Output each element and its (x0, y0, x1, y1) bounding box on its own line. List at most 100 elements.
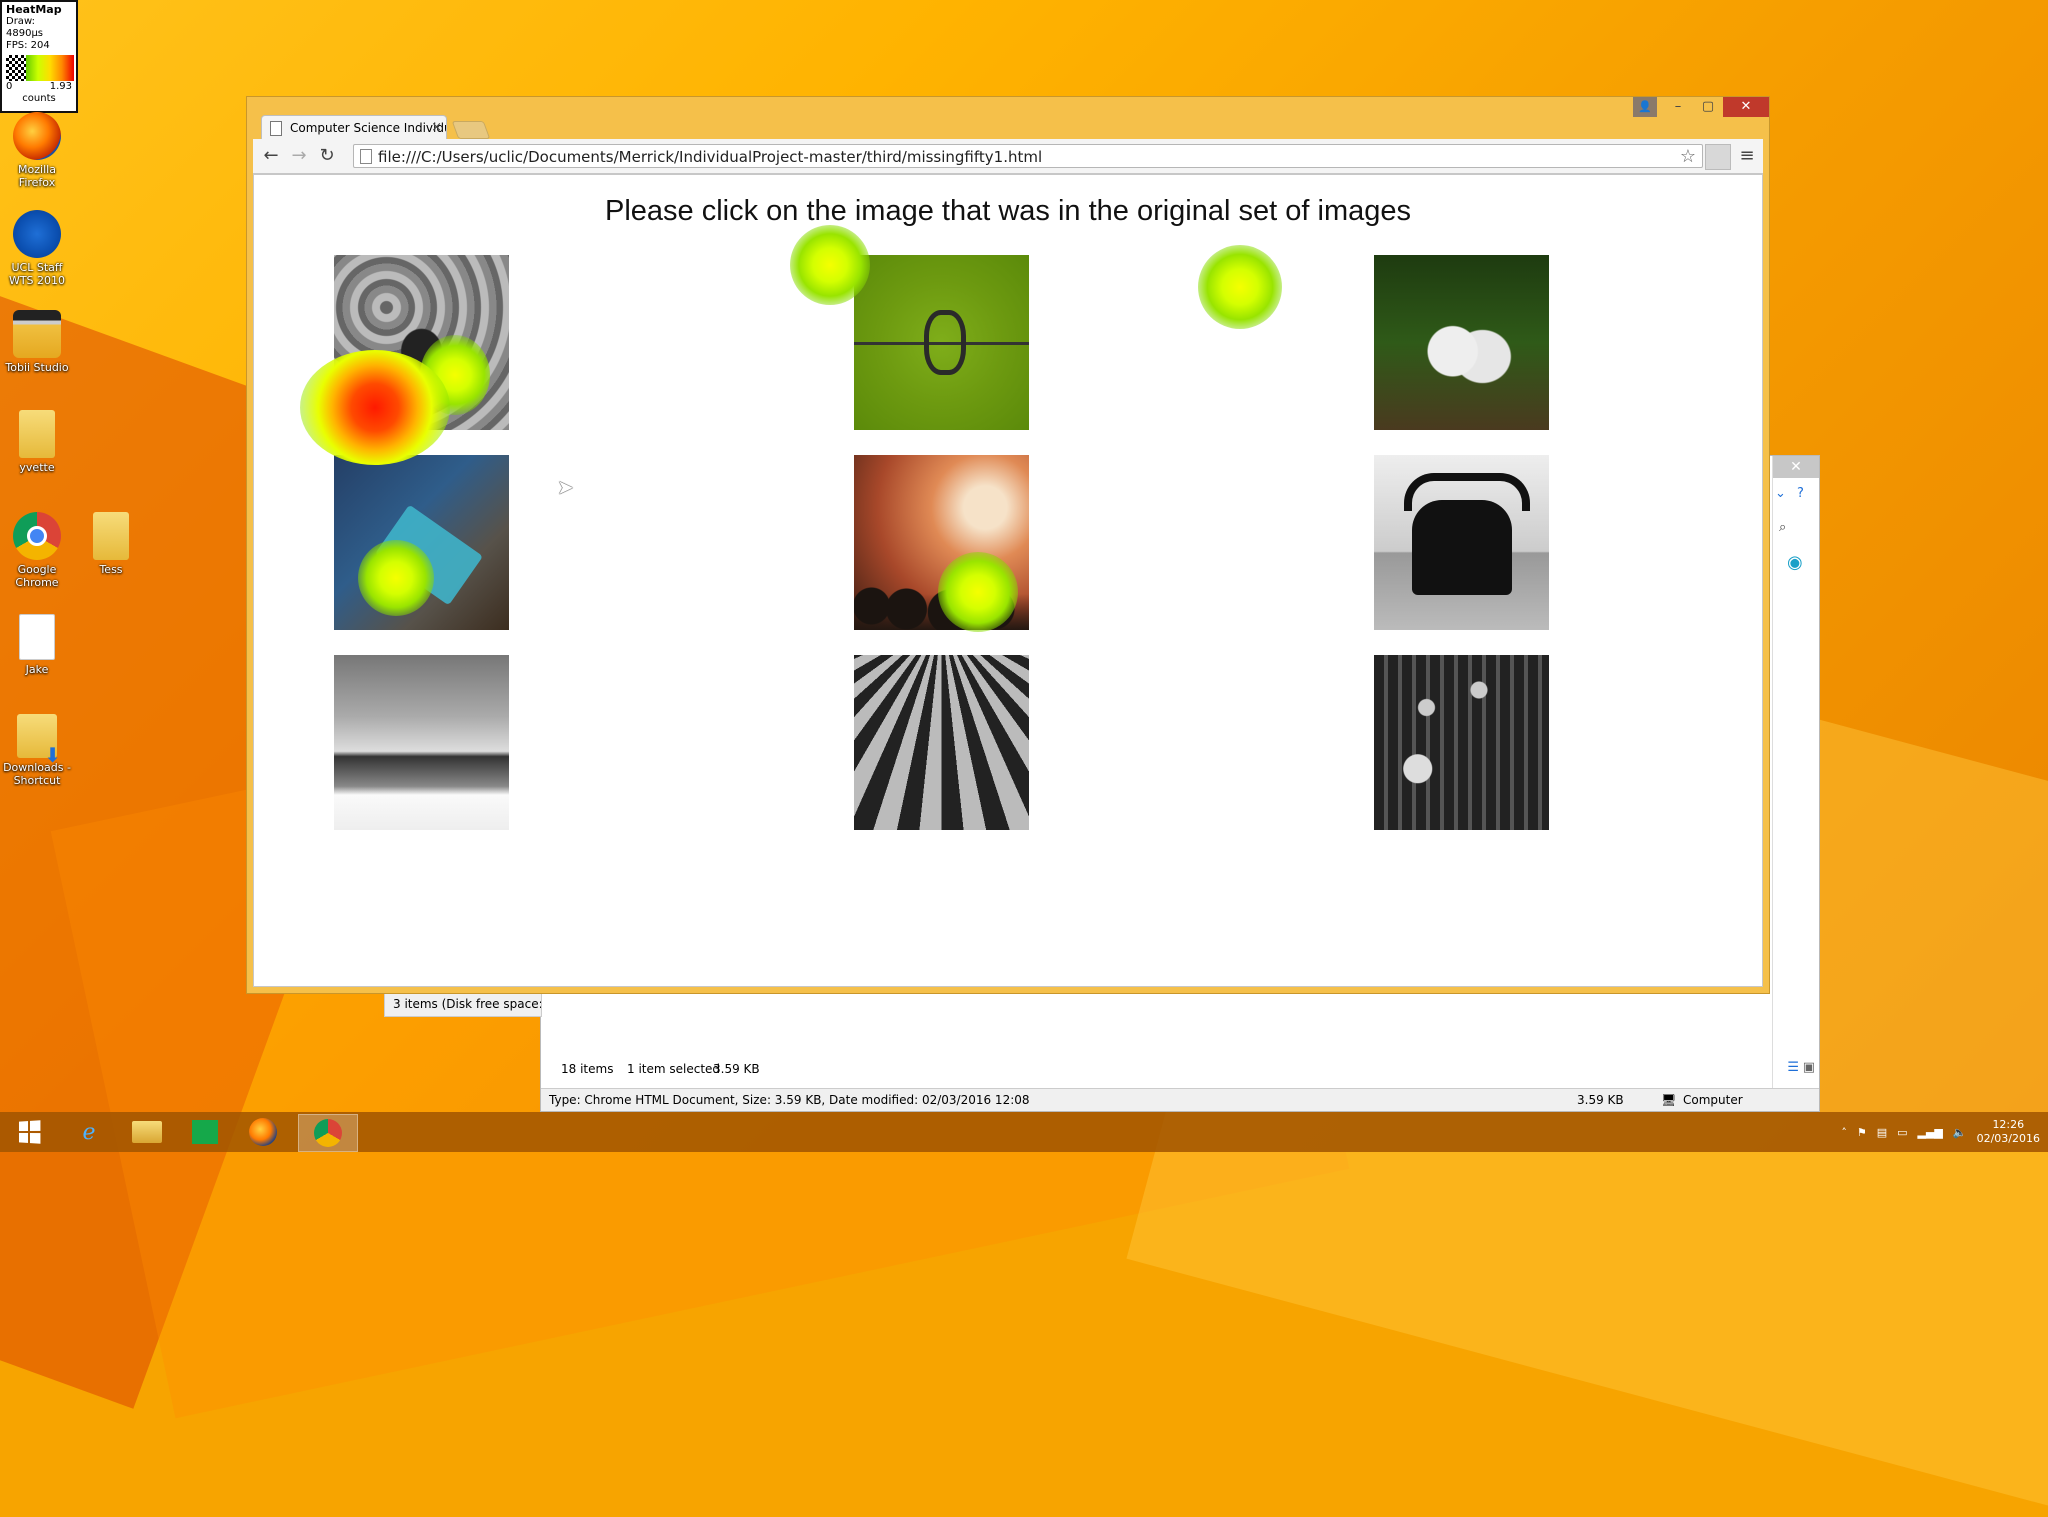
status-size: 3.59 KB (1577, 1093, 1624, 1107)
new-tab-button[interactable] (451, 121, 491, 139)
gaze-heat-hotspot (300, 350, 450, 465)
tobii-studio-icon (13, 310, 61, 358)
page-heading: Please click on the image that was in th… (605, 195, 1411, 227)
gaze-heat-spot (358, 540, 434, 616)
heatmap-scale-ticks: 0 1.93 (6, 81, 72, 93)
status-type: Type: Chrome HTML Document, Size: 3.59 K… (549, 1093, 1030, 1107)
page-icon (270, 121, 282, 136)
file-explorer-icon (132, 1121, 162, 1143)
explorer-side-panel: ✕ ⌄ ? ⌕ ◉ (1772, 456, 1819, 1111)
windows-logo-icon (18, 1120, 41, 1144)
mouse-cursor-icon: ➤ (557, 475, 574, 499)
help-icon[interactable]: ? (1797, 486, 1804, 501)
battery-icon[interactable]: ▭ (1897, 1126, 1907, 1139)
desktop-icon-label: Tess (99, 563, 123, 576)
maximize-button[interactable]: ▢ (1693, 97, 1723, 117)
desktop-icon-yvette[interactable]: yvette (0, 410, 74, 474)
desktop-icon-tobii-studio[interactable]: Tobii Studio (0, 310, 74, 374)
chrome-window[interactable]: 👤 – ▢ ✕ Computer Science Individu × ← → … (246, 96, 1770, 994)
url-text: file:///C:/Users/uclic/Documents/Merrick… (378, 148, 1043, 166)
internet-explorer-icon: ℯ (82, 1119, 96, 1145)
tab-title: Computer Science Individu (290, 121, 447, 135)
heatmap-title: HeatMap (6, 3, 62, 16)
heatmap-scale-min: 0 (6, 81, 13, 92)
desktop-icon-label: yvette (19, 461, 55, 474)
address-bar[interactable]: file:///C:/Users/uclic/Documents/Merrick… (353, 144, 1703, 168)
desktop-icon-label: Mozilla Firefox (18, 163, 56, 189)
back-button[interactable]: ← (259, 144, 283, 168)
forward-button[interactable]: → (287, 144, 311, 168)
globe-icon[interactable]: ◉ (1787, 552, 1803, 573)
taskbar-firefox[interactable] (234, 1114, 292, 1150)
heatmap-gradient (26, 55, 74, 81)
chevron-down-icon[interactable]: ⌄ (1775, 486, 1786, 501)
start-button[interactable] (0, 1114, 58, 1150)
tab-close-icon[interactable]: × (431, 116, 442, 139)
network-device-icon[interactable]: ▤ (1877, 1126, 1887, 1139)
desktop-icon-chrome[interactable]: Google Chrome (0, 512, 74, 589)
search-icon[interactable]: ⌕ (1779, 520, 1786, 535)
gaze-heat-spot (790, 225, 870, 305)
browser-tab[interactable]: Computer Science Individu × (261, 115, 447, 139)
chrome-icon (13, 512, 61, 560)
image-option-8[interactable] (854, 655, 1029, 830)
desktop-icon-ucl-staff[interactable]: UCL Staff WTS 2010 (0, 210, 74, 287)
downloads-shortcut-icon (17, 714, 61, 762)
explorer-close-button[interactable]: ✕ (1773, 456, 1819, 478)
heatmap-legend: HeatMap Draw: 4890µs FPS: 204 0 1.93 cou… (0, 0, 78, 113)
image-option-2[interactable] (854, 255, 1029, 430)
desktop-icon-firefox[interactable]: Mozilla Firefox (0, 112, 74, 189)
folder-icon (93, 512, 129, 560)
desktop-icon-label: Jake (25, 663, 49, 676)
minimize-button[interactable]: – (1663, 97, 1693, 117)
desktop-icon-label: UCL Staff WTS 2010 (8, 261, 66, 287)
user-profile-icon[interactable]: 👤 (1633, 97, 1657, 117)
extension-icon[interactable] (1705, 144, 1731, 170)
heatmap-fps: FPS: 204 (6, 40, 50, 51)
image-option-6[interactable] (1374, 455, 1549, 630)
chrome-menu-icon[interactable]: ≡ (1735, 144, 1759, 168)
taskbar: ℯ ˄ ⚑ ▤ ▭ ▂▄▆ 🔈 12:26 02/03/2016 (0, 1112, 2048, 1152)
system-tray: ˄ ⚑ ▤ ▭ ▂▄▆ 🔈 12:26 02/03/2016 (1841, 1112, 2040, 1152)
store-icon (192, 1120, 218, 1144)
remote-desktop-icon (13, 210, 61, 258)
image-option-3[interactable] (1374, 255, 1549, 430)
reload-button[interactable]: ↻ (315, 144, 339, 168)
image-option-7[interactable] (334, 655, 509, 830)
desktop-icon-jake[interactable]: Jake (0, 614, 74, 676)
flag-icon[interactable]: ⚑ (1857, 1126, 1867, 1139)
taskbar-file-explorer[interactable] (118, 1114, 176, 1150)
firefox-icon (249, 1118, 277, 1146)
desktop-icon-tess[interactable]: Tess (74, 512, 148, 576)
selection-info: 1 item selected (627, 1062, 721, 1076)
gaze-heat-spot (1198, 245, 1282, 329)
taskbar-store[interactable] (176, 1114, 234, 1150)
window-controls: 👤 – ▢ ✕ (1633, 97, 1769, 117)
signal-icon[interactable]: ▂▄▆ (1918, 1126, 1943, 1139)
chrome-icon (314, 1119, 342, 1147)
large-icons-view-icon[interactable]: ▣ (1803, 1060, 1815, 1075)
tray-expand-icon[interactable]: ˄ (1841, 1126, 1847, 1139)
desktop-icon-label: Google Chrome (15, 563, 59, 589)
page-icon (360, 149, 372, 164)
clock-date: 02/03/2016 (1976, 1132, 2040, 1145)
explorer-status-bar: Type: Chrome HTML Document, Size: 3.59 K… (541, 1088, 1819, 1111)
close-button[interactable]: ✕ (1723, 97, 1769, 117)
chrome-titlebar[interactable]: 👤 – ▢ ✕ Computer Science Individu × (247, 97, 1769, 139)
desktop-icon-label: Tobii Studio (5, 361, 69, 374)
clock-time: 12:26 (1992, 1118, 2025, 1131)
desktop-icon-downloads[interactable]: Downloads - Shortcut (0, 714, 74, 787)
document-icon (19, 614, 55, 660)
clock[interactable]: 12:26 02/03/2016 (1977, 1118, 2040, 1146)
details-view-icon[interactable]: ☰ (1787, 1060, 1799, 1075)
heatmap-unit: counts (22, 93, 56, 104)
computer-icon: 🖥 (1661, 1093, 1677, 1107)
bookmark-star-icon[interactable]: ☆ (1680, 145, 1696, 167)
browser-toolbar: ← → ↻ file:///C:/Users/uclic/Documents/M… (253, 139, 1763, 174)
taskbar-chrome[interactable] (298, 1114, 358, 1152)
taskbar-internet-explorer[interactable]: ℯ (60, 1114, 118, 1150)
gaze-heat-spot (938, 552, 1018, 632)
folder-icon (19, 410, 55, 458)
image-option-9[interactable] (1374, 655, 1549, 830)
volume-icon[interactable]: 🔈 (1953, 1126, 1967, 1139)
